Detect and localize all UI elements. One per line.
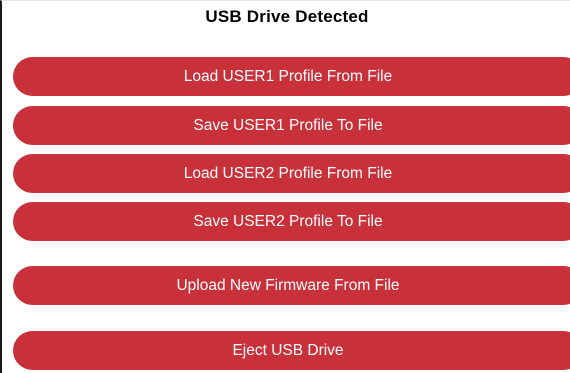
eject-usb-button[interactable]: Eject USB Drive xyxy=(13,331,570,370)
save-user1-profile-label: Save USER1 Profile To File xyxy=(193,117,383,134)
dialog-title: USB Drive Detected xyxy=(205,7,369,26)
eject-usb-label: Eject USB Drive xyxy=(232,342,344,359)
load-user2-profile-label: Load USER2 Profile From File xyxy=(183,165,393,182)
save-user2-profile-label: Save USER2 Profile To File xyxy=(193,213,383,230)
load-user1-profile-button[interactable]: Load USER1 Profile From File xyxy=(13,57,570,96)
upload-firmware-button[interactable]: Upload New Firmware From File xyxy=(13,266,570,305)
upload-firmware-label: Upload New Firmware From File xyxy=(176,277,400,294)
load-user1-profile-label: Load USER1 Profile From File xyxy=(183,68,393,85)
save-user1-profile-button[interactable]: Save USER1 Profile To File xyxy=(13,106,570,145)
load-user2-profile-button[interactable]: Load USER2 Profile From File xyxy=(13,154,570,193)
usb-dialog: USB Drive Detected Load USER1 Profile Fr… xyxy=(0,0,570,373)
save-user2-profile-button[interactable]: Save USER2 Profile To File xyxy=(13,202,570,241)
